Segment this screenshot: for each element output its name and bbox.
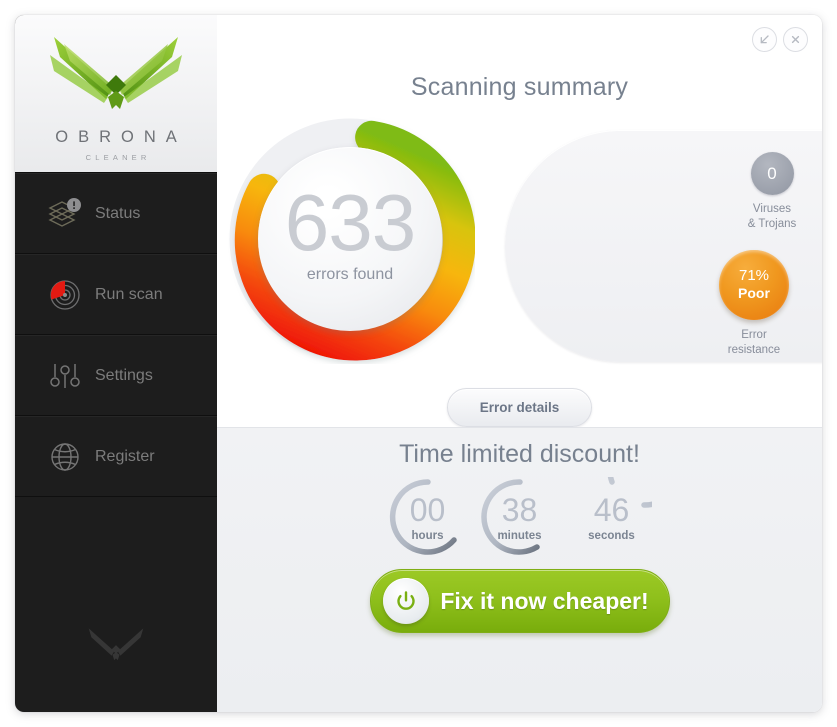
- sidebar-item-label: Register: [95, 447, 155, 465]
- wings-logo-icon: [46, 27, 186, 132]
- score-state: Poor: [738, 284, 770, 301]
- page-title: Scanning summary: [410, 73, 629, 101]
- score-label: Error resistance: [709, 328, 799, 357]
- countdown-minutes: 38 minutes: [480, 477, 560, 557]
- sidebar-item-register[interactable]: Register: [15, 416, 217, 497]
- content-area: Scanning summary 633 errors found 0 Viru…: [217, 15, 822, 712]
- counter-label: Viruses & Trojans: [727, 202, 817, 231]
- score-performance: 50% Critical Performance: [821, 250, 822, 357]
- cta-row: Fix it now cheaper!: [217, 569, 822, 633]
- sidebar: OBRONA CLEANER Status Run scan Settings …: [15, 15, 217, 712]
- discount-panel: Time limited discount! 00 hours 38 minut…: [217, 427, 822, 712]
- counters-group: 0 Viruses & Trojans 137 Windows errors 4…: [727, 152, 822, 231]
- sidebar-item-label: Run scan: [95, 285, 163, 303]
- score-label-line1: Error: [741, 329, 767, 341]
- power-icon: [382, 578, 429, 624]
- countdown-value: 46: [593, 492, 630, 529]
- counter-label-line2: & Trojans: [747, 217, 797, 230]
- score-bubble: 71% Poor: [719, 250, 789, 320]
- window-controls: [752, 27, 808, 52]
- scan-summary-region: 633 errors found 0 Viruses & Trojans 137…: [217, 114, 822, 382]
- close-x-icon: [791, 35, 800, 44]
- countdown-value: 00: [409, 492, 446, 529]
- error-donut-chart: 633 errors found: [225, 114, 476, 364]
- layers-alert-icon: [45, 197, 85, 230]
- countdown-seconds: 46 seconds: [572, 432, 683, 557]
- sliders-icon: [45, 359, 85, 393]
- fix-it-now-button[interactable]: Fix it now cheaper!: [369, 569, 670, 633]
- application-window: OBRONA CLEANER Status Run scan Settings …: [15, 15, 822, 712]
- countdown-label: hours: [411, 529, 444, 542]
- scores-group: 71% Poor Error resistance 50% Critical P…: [709, 250, 822, 357]
- brand-name: OBRONA: [55, 128, 187, 146]
- score-label: Performance: [821, 328, 822, 343]
- sidebar-item-status[interactable]: Status: [15, 173, 217, 254]
- error-details-row: Error details: [217, 388, 822, 427]
- sidebar-item-settings[interactable]: Settings: [15, 335, 217, 416]
- counter-value: 0: [750, 152, 794, 195]
- close-button[interactable]: [783, 27, 808, 52]
- sidebar-item-label: Status: [95, 204, 141, 222]
- minimize-button[interactable]: [752, 27, 777, 52]
- donut-center: 633 errors found: [258, 147, 442, 331]
- cta-label: Fix it now cheaper!: [440, 587, 649, 614]
- counter-label-line1: Viruses: [752, 203, 792, 215]
- countdown-hours: 00 hours: [388, 477, 468, 557]
- brand-panel: OBRONA CLEANER: [15, 15, 217, 173]
- discount-title: Time limited discount!: [399, 440, 640, 468]
- countdown-label: seconds: [588, 529, 635, 542]
- countdown-value: 38: [501, 492, 538, 529]
- error-count-caption: errors found: [306, 265, 394, 283]
- score-label-line2: resistance: [727, 343, 781, 356]
- sidebar-item-label: Settings: [95, 366, 153, 384]
- counter-viruses-trojans: 0 Viruses & Trojans: [727, 152, 817, 231]
- score-error-resistance: 71% Poor Error resistance: [709, 250, 799, 357]
- countdown-timer: 00 hours 38 minutes 46 seconds: [217, 432, 822, 557]
- error-count-value: 633: [284, 178, 416, 268]
- sidebar-item-run-scan[interactable]: Run scan: [15, 254, 217, 335]
- radar-scan-icon: [45, 278, 85, 312]
- countdown-label: minutes: [497, 529, 542, 542]
- error-details-button[interactable]: Error details: [446, 388, 593, 427]
- titlebar: [217, 15, 822, 63]
- wings-watermark-icon: [15, 624, 217, 668]
- arrow-down-left-icon: [760, 35, 769, 44]
- brand-subtitle: CLEANER: [85, 153, 151, 162]
- globe-icon: [45, 440, 85, 474]
- score-percent: 71%: [738, 267, 770, 285]
